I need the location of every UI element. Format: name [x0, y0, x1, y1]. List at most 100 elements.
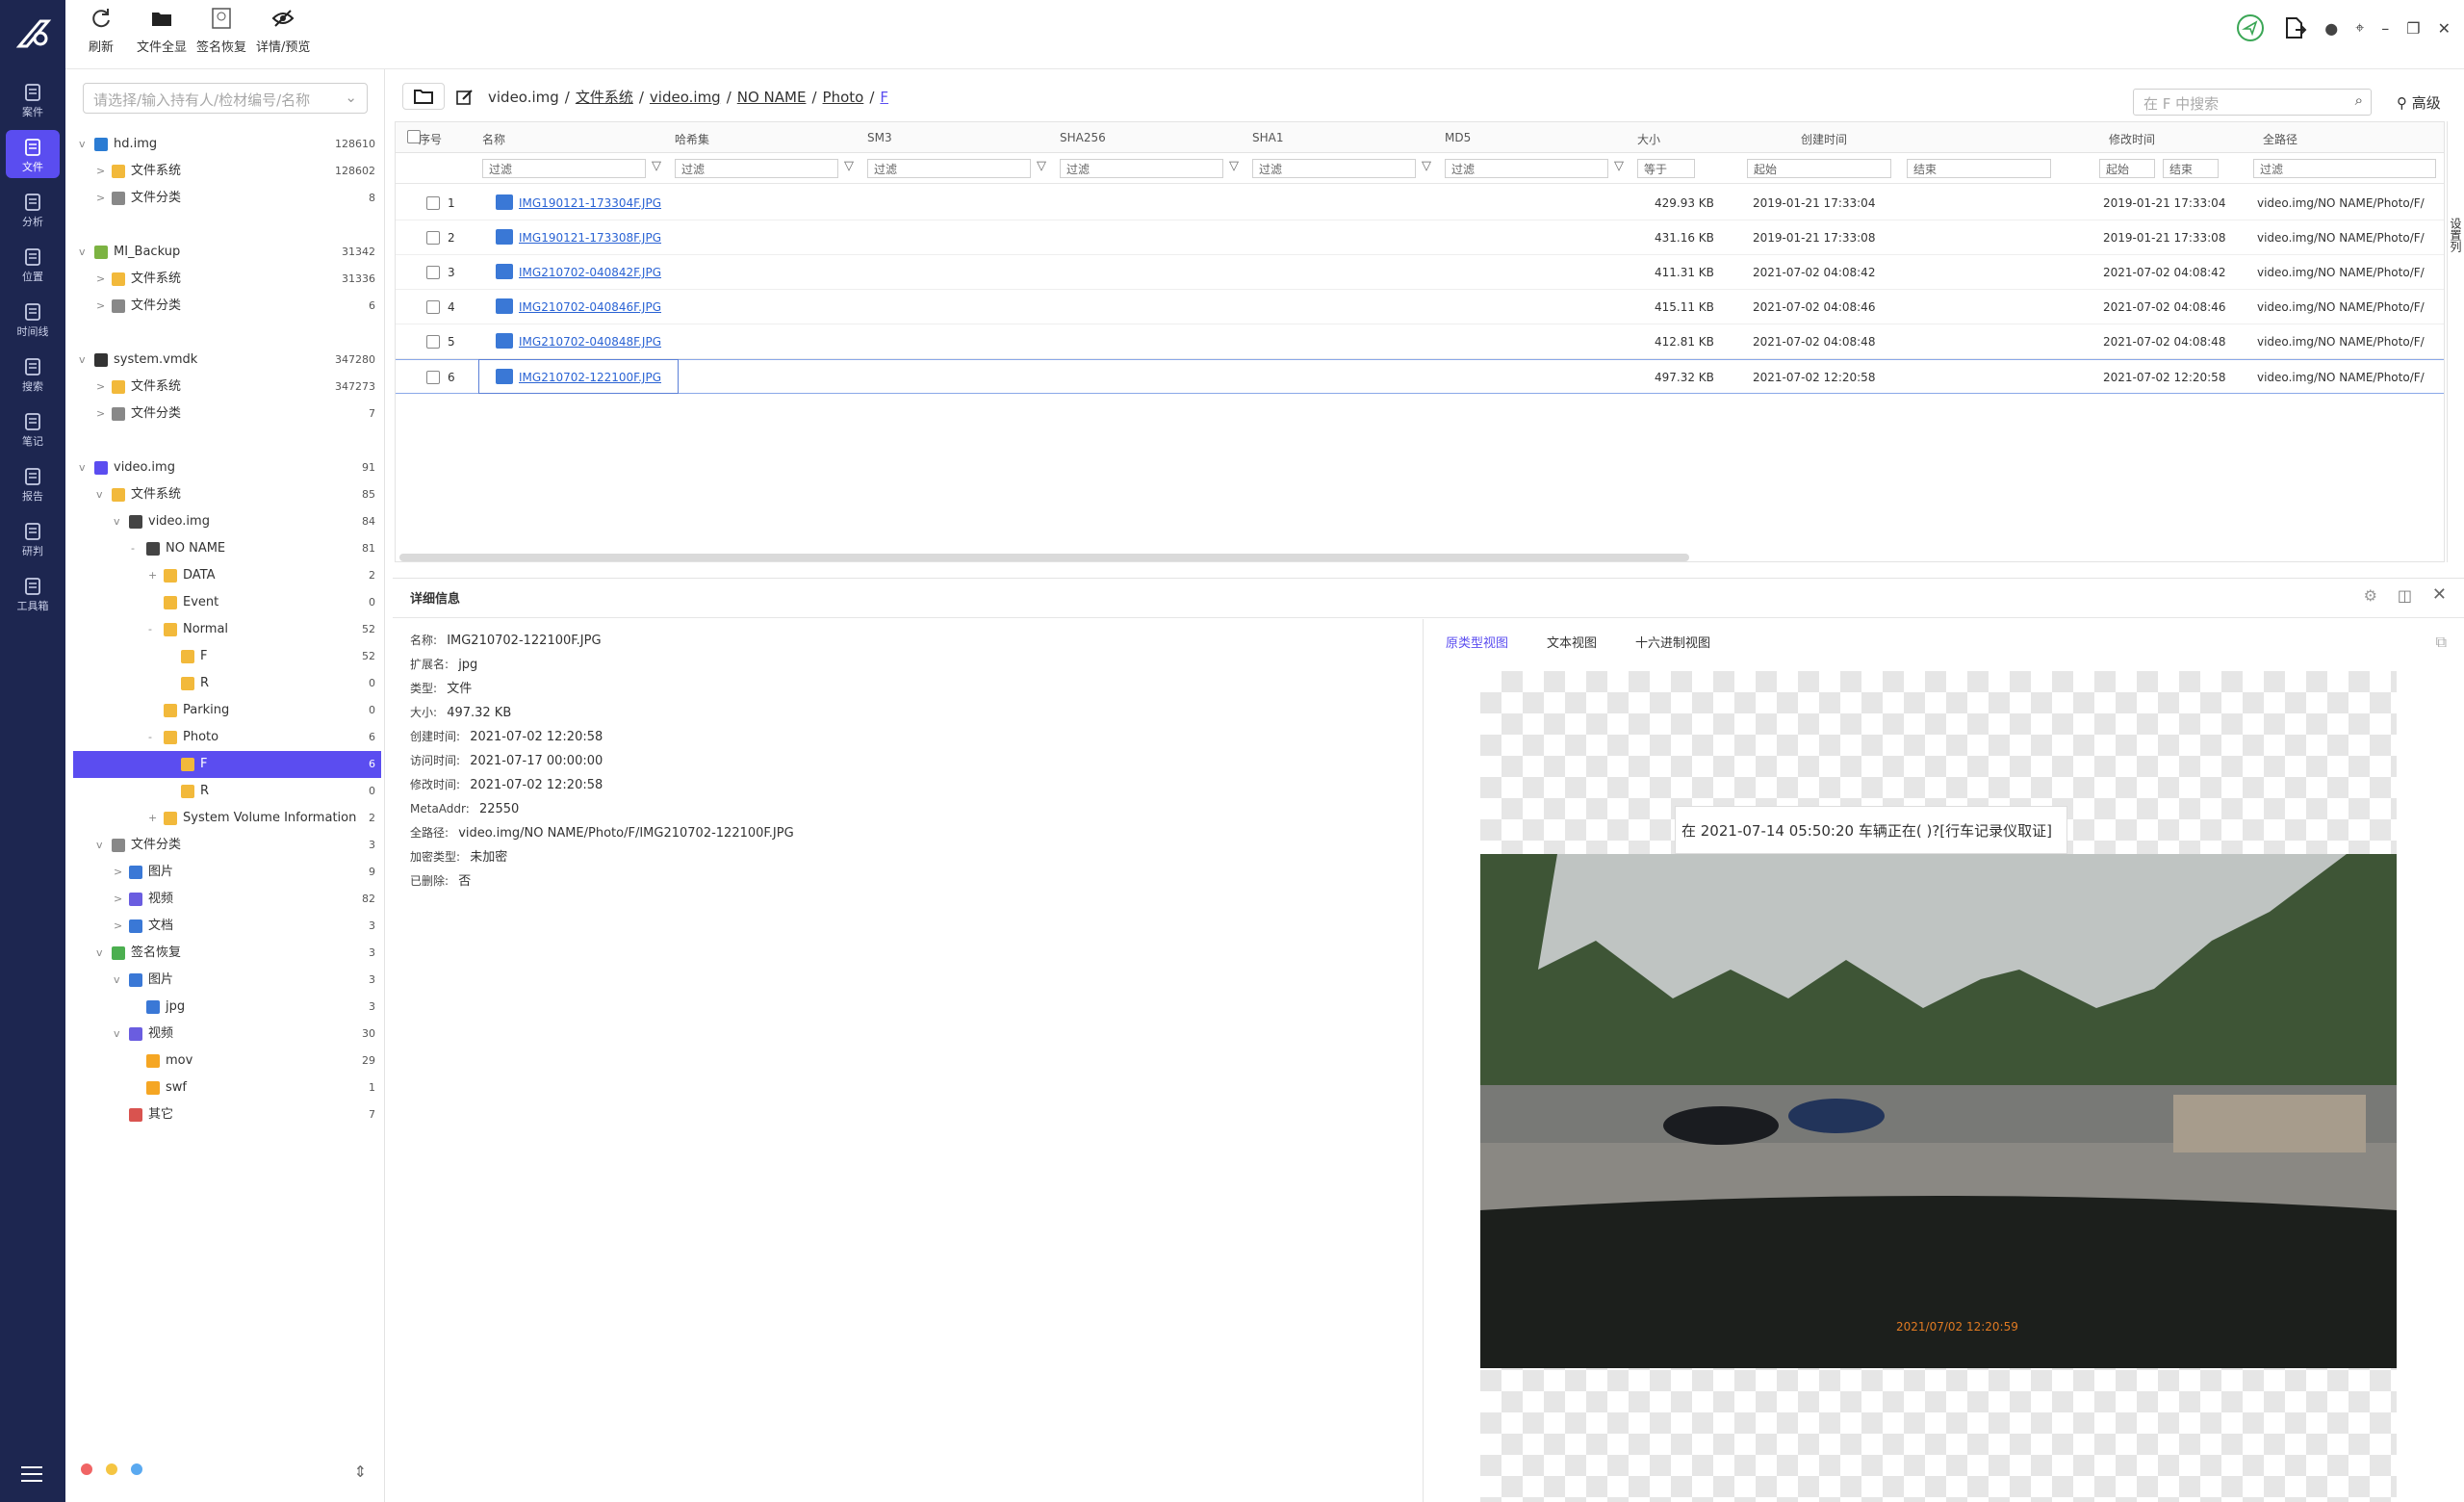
file-name-link[interactable]: IMG190121-173304F.JPG: [519, 196, 661, 210]
nav-item-2[interactable]: 分析: [6, 185, 60, 233]
expand-toggle-icon[interactable]: v: [79, 239, 86, 266]
view-tab[interactable]: 文本视图: [1547, 633, 1597, 651]
view-tab[interactable]: 原类型视图: [1446, 633, 1508, 651]
tree-item[interactable]: - Normal 52: [73, 616, 381, 643]
table-row[interactable]: 5 IMG210702-040848F.JPG 412.81 KB 2021-07-0…: [396, 324, 2444, 359]
menu-icon[interactable]: [21, 1465, 42, 1483]
folder-view-button[interactable]: [402, 83, 445, 110]
gear-icon[interactable]: ⚙: [2364, 586, 2377, 605]
nav-item-7[interactable]: 报告: [6, 459, 60, 507]
horizontal-scrollbar[interactable]: [399, 554, 1689, 561]
column-header[interactable]: MD5: [1445, 131, 1471, 144]
collapse-icon[interactable]: ⇕: [354, 1463, 367, 1481]
column-filter-input[interactable]: 过滤: [867, 159, 1031, 178]
expand-toggle-icon[interactable]: >: [96, 158, 105, 185]
expand-toggle-icon[interactable]: -: [148, 616, 152, 643]
column-header[interactable]: 序号: [419, 131, 442, 147]
edit-path-icon[interactable]: [456, 89, 474, 106]
tree-item[interactable]: v 文件分类 3: [73, 832, 381, 859]
expand-toggle-icon[interactable]: >: [96, 185, 105, 212]
column-settings-tab[interactable]: 设置列: [2447, 121, 2464, 562]
expand-toggle-icon[interactable]: +: [148, 805, 157, 832]
export-file-icon[interactable]: [2282, 15, 2307, 40]
tree-item[interactable]: 其它 7: [73, 1101, 381, 1128]
column-header[interactable]: 创建时间: [1801, 131, 1847, 147]
tree-item[interactable]: v 视频 30: [73, 1021, 381, 1048]
expand-toggle-icon[interactable]: -: [131, 535, 135, 562]
table-row[interactable]: 3 IMG210702-040842F.JPG 411.31 KB 2021-07-0…: [396, 255, 2444, 290]
tree-item[interactable]: R0: [73, 778, 381, 805]
tree-item[interactable]: v video.img 91: [73, 454, 381, 481]
nav-item-5[interactable]: 搜索: [6, 350, 60, 398]
file-name-link[interactable]: IMG210702-040846F.JPG: [519, 300, 661, 314]
filter-icon[interactable]: ▽: [1037, 159, 1046, 173]
filter-icon[interactable]: ▽: [652, 159, 661, 173]
tree-item[interactable]: > 文件系统 347273: [73, 374, 381, 401]
breadcrumb-item[interactable]: NO NAME: [737, 89, 807, 106]
refresh-button[interactable]: 刷新: [89, 6, 114, 55]
open-external-icon[interactable]: ⧉: [2436, 633, 2447, 652]
row-checkbox[interactable]: [426, 371, 440, 384]
column-header[interactable]: 哈希集: [675, 131, 709, 147]
column-header[interactable]: 名称: [482, 131, 505, 147]
close-icon[interactable]: ✕: [2438, 19, 2451, 38]
column-filter-input[interactable]: 过滤: [675, 159, 838, 178]
close-detail-icon[interactable]: ✕: [2432, 584, 2447, 605]
expand-toggle-icon[interactable]: >: [96, 401, 105, 427]
column-header[interactable]: 大小: [1637, 131, 1660, 147]
tree-item[interactable]: Event 0: [73, 589, 381, 616]
expand-toggle-icon[interactable]: >: [114, 859, 122, 886]
tree-item[interactable]: mov 29: [73, 1048, 381, 1075]
column-header[interactable]: SM3: [867, 131, 892, 144]
column-filter-input[interactable]: 起始: [1747, 159, 1891, 178]
expand-toggle-icon[interactable]: v: [114, 967, 120, 994]
expand-toggle-icon[interactable]: v: [114, 1021, 120, 1048]
tree-item[interactable]: Parking 0: [73, 697, 381, 724]
tree-item[interactable]: - NO NAME 81: [73, 535, 381, 562]
file-name-link[interactable]: IMG210702-040842F.JPG: [519, 266, 661, 279]
pin-icon[interactable]: ⌖: [2355, 18, 2364, 38]
table-row[interactable]: 2 IMG190121-173308F.JPG 431.16 KB 2019-01-2…: [396, 220, 2444, 255]
column-filter-input[interactable]: 结束: [2163, 159, 2219, 178]
tree-item[interactable]: > 文件系统 31336: [73, 266, 381, 293]
column-header[interactable]: 修改时间: [2109, 131, 2155, 147]
breadcrumb-item[interactable]: Photo: [823, 89, 864, 106]
filter-icon[interactable]: ▽: [844, 159, 854, 173]
view-tab[interactable]: 十六进制视图: [1635, 633, 1710, 651]
column-filter-input[interactable]: 等于: [1637, 159, 1695, 178]
user-icon[interactable]: ●: [2324, 19, 2338, 38]
column-header[interactable]: SHA256: [1060, 131, 1106, 144]
filter-icon[interactable]: ▽: [1422, 159, 1431, 173]
expand-toggle-icon[interactable]: -: [148, 724, 152, 751]
column-filter-input[interactable]: 过滤: [1252, 159, 1416, 178]
expand-toggle-icon[interactable]: v: [79, 347, 86, 374]
table-row[interactable]: 4 IMG210702-040846F.JPG 415.11 KB 2021-07-0…: [396, 290, 2444, 324]
tree-item[interactable]: > 文件系统 128602: [73, 158, 381, 185]
expand-toggle-icon[interactable]: v: [96, 481, 103, 508]
column-header[interactable]: SHA1: [1252, 131, 1283, 144]
row-checkbox[interactable]: [426, 231, 440, 245]
tree-item[interactable]: v 文件系统 85: [73, 481, 381, 508]
expand-toggle-icon[interactable]: v: [114, 508, 120, 535]
expand-toggle-icon[interactable]: v: [96, 940, 103, 967]
row-checkbox[interactable]: [426, 196, 440, 210]
tree-item[interactable]: > 文件分类 7: [73, 401, 381, 427]
column-filter-input[interactable]: 过滤: [1445, 159, 1608, 178]
breadcrumb-item[interactable]: F: [880, 89, 888, 106]
tree-item[interactable]: v video.img 84: [73, 508, 381, 535]
tree-item[interactable]: v system.vmdk 347280: [73, 347, 381, 374]
column-filter-input[interactable]: 过滤: [1060, 159, 1223, 178]
tree-item[interactable]: jpg 3: [73, 994, 381, 1021]
evidence-select-input[interactable]: 请选择/输入持有人/检材编号/名称 ⌄: [83, 83, 368, 114]
nav-item-3[interactable]: 位置: [6, 240, 60, 288]
nav-item-9[interactable]: 工具箱: [6, 569, 60, 617]
column-filter-input[interactable]: 过滤: [482, 159, 646, 178]
column-filter-input[interactable]: 过滤: [2253, 159, 2436, 178]
tree-item[interactable]: v 图片 3: [73, 967, 381, 994]
tree-item[interactable]: F6: [73, 751, 381, 778]
expand-toggle-icon[interactable]: >: [114, 886, 122, 913]
row-checkbox[interactable]: [426, 300, 440, 314]
tree-item[interactable]: - Photo 6: [73, 724, 381, 751]
expand-toggle-icon[interactable]: v: [79, 131, 86, 158]
file-name-link[interactable]: IMG190121-173308F.JPG: [519, 231, 661, 245]
